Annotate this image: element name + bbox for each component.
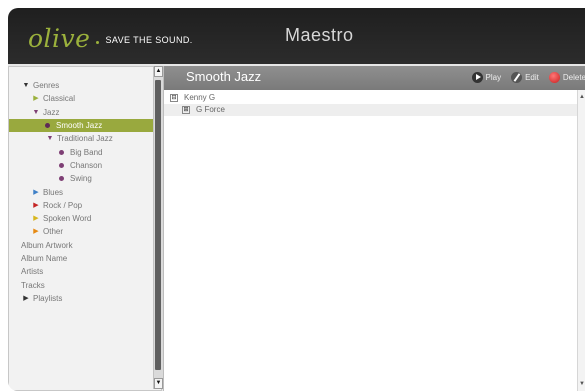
app-window: olive SAVE THE SOUND. Maestro ▼ Genres ▶ Cl… <box>8 8 585 391</box>
collapsed-arrow-icon[interactable]: ▶ <box>31 199 41 212</box>
sidebar-item-big-band[interactable]: Big Band <box>9 145 161 158</box>
sidebar: ▼ Genres ▶ Classical ▼ Jazz Smooth Jazz ▼ Tradit… <box>8 66 162 391</box>
list-item-label: G Force <box>196 105 225 114</box>
sidebar-item-jazz[interactable]: ▼ Jazz <box>9 106 161 119</box>
sidebar-item-label: Classical <box>43 94 76 104</box>
collapse-icon[interactable]: ⊟ <box>170 94 178 102</box>
sidebar-item-label: Jazz <box>43 107 60 117</box>
sidebar-item-label: Other <box>43 227 64 237</box>
play-label: Play <box>485 73 502 82</box>
logo-wordmark: olive <box>28 24 91 53</box>
sidebar-item-label: Spoken Word <box>43 214 92 224</box>
content-scroll-up-icon[interactable]: ▲ <box>579 94 585 100</box>
sidebar-item-traditional-jazz[interactable]: ▼ Traditional Jazz <box>9 132 161 145</box>
sidebar-item-label: Traditional Jazz <box>57 134 113 144</box>
content-scroll-down-icon[interactable]: ▼ <box>579 381 585 387</box>
sidebar-item-swing[interactable]: Swing <box>9 172 161 185</box>
olive-logo: olive SAVE THE SOUND. <box>28 22 193 52</box>
list-item[interactable]: ⊟ Kenny G <box>164 92 578 104</box>
bullet-dot-icon <box>59 176 64 182</box>
sidebar-item-tracks[interactable]: Tracks <box>9 278 161 291</box>
sidebar-item-genres[interactable]: ▼ Genres <box>9 79 161 92</box>
content-scrollbar[interactable]: ▲ ▼ <box>577 90 585 391</box>
sidebar-item-label: Swing <box>70 174 92 184</box>
bullet-dot-icon <box>59 162 64 168</box>
collapsed-arrow-icon[interactable]: ▶ <box>31 186 41 199</box>
sidebar-item-blues[interactable]: ▶ Blues <box>9 185 161 198</box>
bullet-dot-icon <box>59 149 64 155</box>
scroll-thumb[interactable] <box>155 80 161 370</box>
list-item[interactable]: ⊞ G Force <box>164 104 578 116</box>
content-title: Smooth Jazz <box>186 69 262 84</box>
sidebar-item-chanson[interactable]: Chanson <box>9 159 161 172</box>
expanded-arrow-icon[interactable]: ▼ <box>21 79 31 92</box>
sidebar-item-album-name[interactable]: Album Name <box>9 252 161 265</box>
logo-dot-icon <box>96 41 100 44</box>
app-header: olive SAVE THE SOUND. Maestro <box>8 8 585 64</box>
sidebar-item-artists[interactable]: Artists <box>9 265 161 278</box>
expanded-arrow-icon[interactable]: ▼ <box>31 106 41 119</box>
collapsed-arrow-icon[interactable]: ▶ <box>21 292 31 305</box>
sidebar-item-spoken-word[interactable]: ▶ Spoken Word <box>9 212 161 225</box>
sidebar-item-label: Album Name <box>21 254 68 263</box>
bullet-dot-icon <box>45 123 50 129</box>
delete-label: Delete <box>562 73 585 82</box>
collapsed-arrow-icon[interactable]: ▶ <box>31 92 41 105</box>
sidebar-item-rock-pop[interactable]: ▶ Rock / Pop <box>9 199 161 212</box>
sidebar-item-label: Artists <box>21 267 44 277</box>
sidebar-item-album-artwork[interactable]: Album Artwork <box>9 239 161 252</box>
genre-tree: ▼ Genres ▶ Classical ▼ Jazz Smooth Jazz ▼ Tradit… <box>9 79 161 305</box>
play-icon <box>471 72 483 83</box>
content-panel: Smooth Jazz Play Edit Delete ⊟ Kenny G ⊞… <box>163 66 585 391</box>
scroll-down-button[interactable]: ▼ <box>154 378 163 389</box>
edit-button[interactable]: Edit <box>511 72 539 83</box>
sidebar-item-label: Smooth Jazz <box>56 121 103 131</box>
sidebar-item-label: Rock / Pop <box>43 200 83 210</box>
sidebar-item-playlists[interactable]: ▶ Playlists <box>9 292 161 305</box>
sidebar-item-label: Tracks <box>21 280 45 290</box>
sidebar-item-label: Playlists <box>33 293 63 303</box>
collapsed-arrow-icon[interactable]: ▶ <box>31 212 41 225</box>
delete-button[interactable]: Delete <box>548 72 585 83</box>
list-item-label: Kenny G <box>184 93 216 102</box>
sidebar-item-label: Album Artwork <box>21 240 73 250</box>
edit-icon <box>511 72 523 83</box>
sidebar-item-label: Blues <box>43 187 64 197</box>
sidebar-item-label: Genres <box>33 81 60 91</box>
expanded-arrow-icon[interactable]: ▼ <box>45 132 55 145</box>
action-bar: Play Edit Delete <box>471 72 585 83</box>
delete-icon <box>548 72 560 83</box>
sidebar-item-other[interactable]: ▶ Other <box>9 225 161 238</box>
sidebar-item-label: Chanson <box>70 160 103 170</box>
artist-list: ⊟ Kenny G ⊞ G Force <box>164 92 578 116</box>
edit-label: Edit <box>525 73 539 82</box>
logo-tagline: SAVE THE SOUND. <box>105 35 193 45</box>
collapsed-arrow-icon[interactable]: ▶ <box>31 225 41 238</box>
sidebar-scrollbar[interactable]: ▲ ▼ <box>153 66 163 389</box>
sidebar-item-classical[interactable]: ▶ Classical <box>9 92 161 105</box>
sidebar-item-label: Big Band <box>70 147 103 157</box>
play-button[interactable]: Play <box>471 72 502 83</box>
expand-icon[interactable]: ⊞ <box>182 106 190 114</box>
content-header: Smooth Jazz Play Edit Delete <box>164 66 585 90</box>
sidebar-item-smooth-jazz[interactable]: Smooth Jazz <box>9 118 161 133</box>
scroll-up-button[interactable]: ▲ <box>154 66 163 77</box>
app-title: Maestro <box>285 25 354 45</box>
